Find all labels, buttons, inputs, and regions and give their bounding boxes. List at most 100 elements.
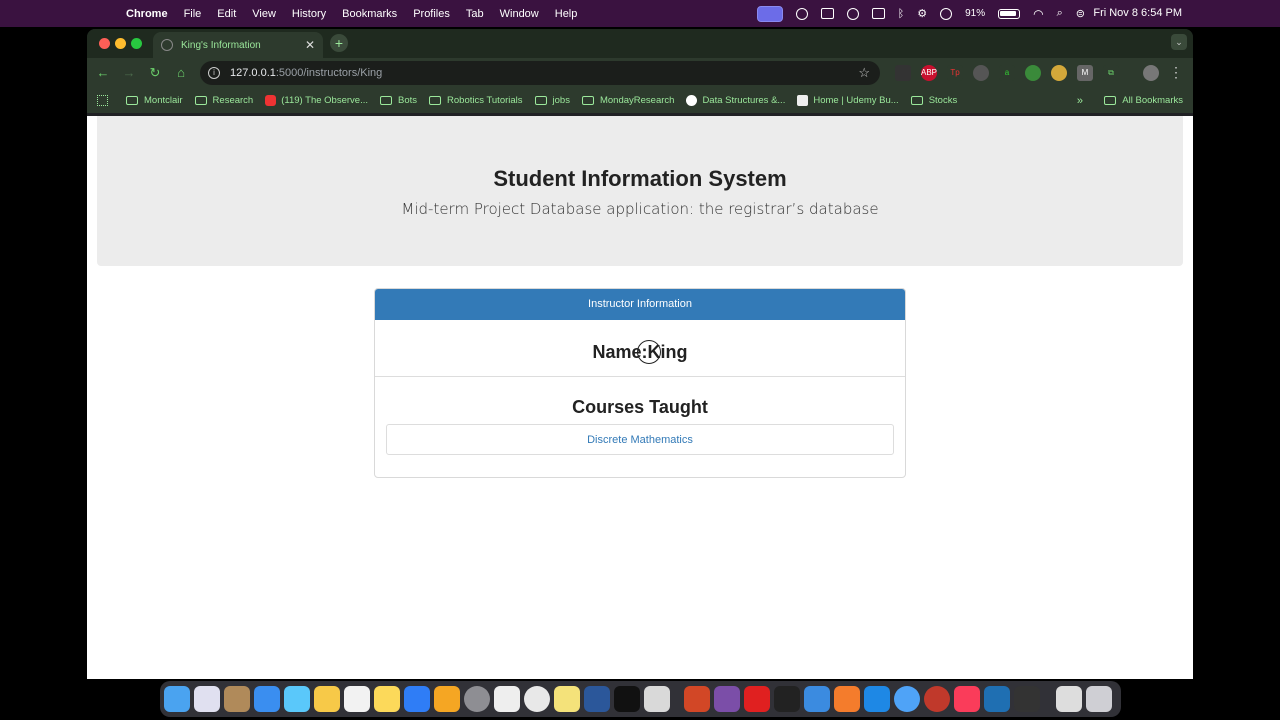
battery-icon[interactable] bbox=[998, 8, 1021, 19]
battery-percent: 91% bbox=[965, 8, 986, 19]
courses-taught-heading: Courses Taught bbox=[572, 397, 708, 417]
textedit-icon[interactable] bbox=[494, 686, 520, 712]
bookmark-mondayresearch[interactable]: MondayResearch bbox=[581, 95, 674, 106]
trash-icon[interactable] bbox=[1086, 686, 1112, 712]
music-icon[interactable] bbox=[954, 686, 980, 712]
menu-help[interactable]: Help bbox=[555, 8, 578, 20]
address-bar[interactable]: i 127.0.0.1:5000/instructors/King ☆ bbox=[200, 61, 880, 85]
green-extension-icon[interactable] bbox=[1025, 65, 1041, 81]
adblock-extension-icon[interactable]: ABP bbox=[921, 65, 937, 81]
launchpad-icon[interactable] bbox=[194, 686, 220, 712]
record-icon[interactable] bbox=[795, 7, 808, 20]
bookmark-robotics-tutorials[interactable]: Robotics Tutorials bbox=[429, 95, 523, 106]
reload-icon[interactable]: ↻ bbox=[147, 65, 163, 81]
site-info-icon[interactable]: i bbox=[208, 67, 220, 79]
network-icon[interactable]: ⚙ bbox=[917, 7, 927, 20]
clock[interactable]: Fri Nov 8 6:54 PM bbox=[1093, 7, 1182, 19]
tab-kings-information[interactable]: King's Information ✕ bbox=[153, 32, 323, 58]
minimize-window-button[interactable] bbox=[115, 38, 126, 49]
menu-edit[interactable]: Edit bbox=[217, 8, 236, 20]
contacts-icon[interactable] bbox=[224, 686, 250, 712]
system-settings-icon[interactable] bbox=[464, 686, 490, 712]
chatgpt-icon[interactable] bbox=[846, 7, 859, 20]
extensions-row: ABP Tp a M ⧉ bbox=[895, 65, 1159, 81]
folder-icon bbox=[534, 96, 547, 105]
downloads-stack-icon[interactable] bbox=[1056, 686, 1082, 712]
bookmark-jobs[interactable]: jobs bbox=[534, 95, 570, 106]
menu-view[interactable]: View bbox=[252, 8, 276, 20]
course-link-discrete-mathematics[interactable]: Discrete Mathematics bbox=[386, 424, 894, 455]
more-bookmarks-chevron-icon[interactable]: » bbox=[1077, 95, 1083, 107]
bookmark-research[interactable]: Research bbox=[194, 95, 253, 106]
chrome-icon[interactable] bbox=[524, 686, 550, 712]
keynote-icon[interactable] bbox=[404, 686, 430, 712]
word-icon[interactable] bbox=[584, 686, 610, 712]
puzzle-extensions-icon[interactable]: ⧉ bbox=[1103, 65, 1119, 81]
pokeball-app-icon[interactable] bbox=[924, 686, 950, 712]
folder-icon bbox=[194, 96, 207, 105]
bluetooth-icon[interactable]: ᛒ bbox=[898, 8, 905, 20]
xcode-icon[interactable] bbox=[804, 686, 830, 712]
app-store-icon[interactable] bbox=[864, 686, 890, 712]
menu-profiles[interactable]: Profiles bbox=[413, 8, 450, 20]
photos-icon[interactable] bbox=[314, 686, 340, 712]
preview-icon[interactable] bbox=[644, 686, 670, 712]
github-desktop-icon[interactable] bbox=[714, 686, 740, 712]
reminders-icon[interactable] bbox=[344, 686, 370, 712]
chatgpt-app-icon[interactable] bbox=[614, 686, 640, 712]
menu-history[interactable]: History bbox=[292, 8, 326, 20]
bookmark-observer[interactable]: (119) The Observe... bbox=[265, 95, 368, 106]
menu-file[interactable]: File bbox=[184, 8, 202, 20]
bookmark-udemy[interactable]: Home | Udemy Bu... bbox=[797, 95, 899, 106]
bookmark-data-structures[interactable]: Data Structures &... bbox=[686, 95, 785, 106]
notes-icon[interactable] bbox=[374, 686, 400, 712]
a-extension-icon[interactable]: a bbox=[999, 65, 1015, 81]
control-center-icon[interactable]: ⊜ bbox=[1076, 7, 1085, 20]
wifi-icon[interactable]: ◠ bbox=[1033, 7, 1043, 21]
font-icon[interactable] bbox=[820, 8, 834, 19]
menu-bookmarks[interactable]: Bookmarks bbox=[342, 8, 397, 20]
bookmark-bots[interactable]: Bots bbox=[380, 95, 417, 106]
pages-icon[interactable] bbox=[434, 686, 460, 712]
all-bookmarks[interactable]: All Bookmarks bbox=[1104, 95, 1183, 106]
stickies-icon[interactable] bbox=[554, 686, 580, 712]
mouse-extension-icon[interactable] bbox=[973, 65, 989, 81]
finder-icon[interactable] bbox=[164, 686, 190, 712]
back-arrow-icon[interactable]: ← bbox=[95, 65, 111, 81]
click-indicator-icon bbox=[637, 340, 661, 364]
swift-playgrounds-icon[interactable] bbox=[834, 686, 860, 712]
apps-grid-icon[interactable] bbox=[97, 95, 108, 106]
menu-tab[interactable]: Tab bbox=[466, 8, 484, 20]
tp-extension-icon[interactable]: Tp bbox=[947, 65, 963, 81]
maps-icon[interactable] bbox=[284, 686, 310, 712]
spotlight-search-icon[interactable]: ⌕ bbox=[1057, 7, 1063, 20]
bookmark-montclair[interactable]: Montclair bbox=[126, 95, 183, 106]
fullscreen-window-button[interactable] bbox=[131, 38, 142, 49]
safari-icon[interactable] bbox=[894, 686, 920, 712]
acrobat-icon[interactable] bbox=[744, 686, 770, 712]
yellow-extension-icon[interactable] bbox=[1051, 65, 1067, 81]
screen-mirroring-icon[interactable] bbox=[756, 5, 783, 22]
pen-extension-icon[interactable] bbox=[895, 65, 911, 81]
vscode-icon[interactable] bbox=[984, 686, 1010, 712]
tab-search-chevron-icon[interactable]: ⌄ bbox=[1171, 34, 1187, 50]
globe-icon bbox=[161, 39, 173, 51]
powerpoint-icon[interactable] bbox=[684, 686, 710, 712]
bookmark-stocks[interactable]: Stocks bbox=[910, 95, 957, 106]
chrome-menu-icon[interactable]: ⋮ bbox=[1169, 64, 1183, 81]
close-window-button[interactable] bbox=[99, 38, 110, 49]
m-extension-icon[interactable]: M bbox=[1077, 65, 1093, 81]
play-icon[interactable] bbox=[940, 7, 953, 20]
menu-window[interactable]: Window bbox=[500, 8, 539, 20]
card-icon[interactable] bbox=[871, 8, 885, 19]
github-icon[interactable] bbox=[1014, 686, 1040, 712]
terminal-icon[interactable] bbox=[774, 686, 800, 712]
menu-app-name[interactable]: Chrome bbox=[126, 8, 168, 20]
close-tab-icon[interactable]: ✕ bbox=[305, 38, 315, 52]
forward-arrow-icon[interactable]: → bbox=[121, 65, 137, 81]
home-icon[interactable]: ⌂ bbox=[173, 65, 189, 81]
bookmark-star-icon[interactable]: ☆ bbox=[858, 65, 870, 81]
profile-avatar[interactable] bbox=[1143, 65, 1159, 81]
new-tab-button[interactable]: + bbox=[330, 34, 348, 52]
mail-icon[interactable] bbox=[254, 686, 280, 712]
